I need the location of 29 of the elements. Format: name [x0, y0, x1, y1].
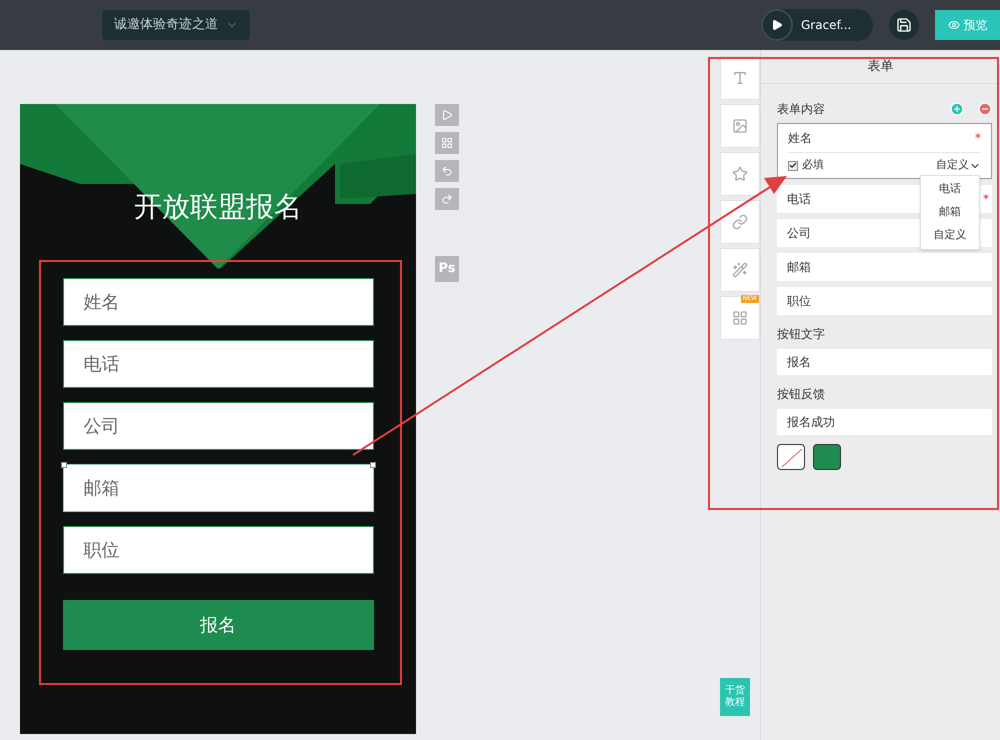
item-label: 公司	[787, 225, 811, 242]
form-field[interactable]: 电话	[62, 340, 374, 388]
required-label: 必填	[802, 157, 824, 174]
project-select[interactable]: 诚邀体验奇迹之道	[102, 10, 250, 40]
form-item[interactable]: 姓名 * 必填 自定义	[777, 123, 992, 179]
field-label: 按钮文字	[777, 326, 826, 343]
music-title: Gracef...	[801, 17, 852, 34]
field-label: 按钮反馈	[777, 386, 826, 403]
type-select[interactable]: 自定义	[936, 157, 981, 174]
item-label: 电话	[787, 191, 811, 208]
button-text-field[interactable]: 报名	[777, 349, 992, 375]
section-label: 表单内容	[777, 101, 826, 118]
form-field[interactable]: 邮箱	[62, 464, 374, 512]
form-item[interactable]: 职位	[777, 287, 992, 315]
music-player[interactable]: Gracef...	[761, 9, 873, 41]
form-title: 开放联盟报名	[134, 189, 302, 225]
panel-title: 表单	[761, 50, 1000, 84]
form-field[interactable]: 职位	[62, 526, 374, 574]
form-field[interactable]: 公司	[62, 402, 374, 450]
dropdown-option[interactable]: 自定义	[934, 224, 966, 247]
item-label: 职位	[787, 293, 811, 310]
form-item[interactable]: 邮箱	[777, 253, 992, 281]
required-mark: *	[983, 191, 989, 208]
required-mark: *	[975, 130, 981, 147]
item-label: 邮箱	[787, 259, 811, 276]
submit-button[interactable]: 报名	[62, 600, 374, 650]
feedback-field[interactable]: 报名成功	[777, 409, 992, 435]
form-field[interactable]: 姓名	[62, 278, 374, 326]
item-label: 姓名	[788, 130, 812, 147]
